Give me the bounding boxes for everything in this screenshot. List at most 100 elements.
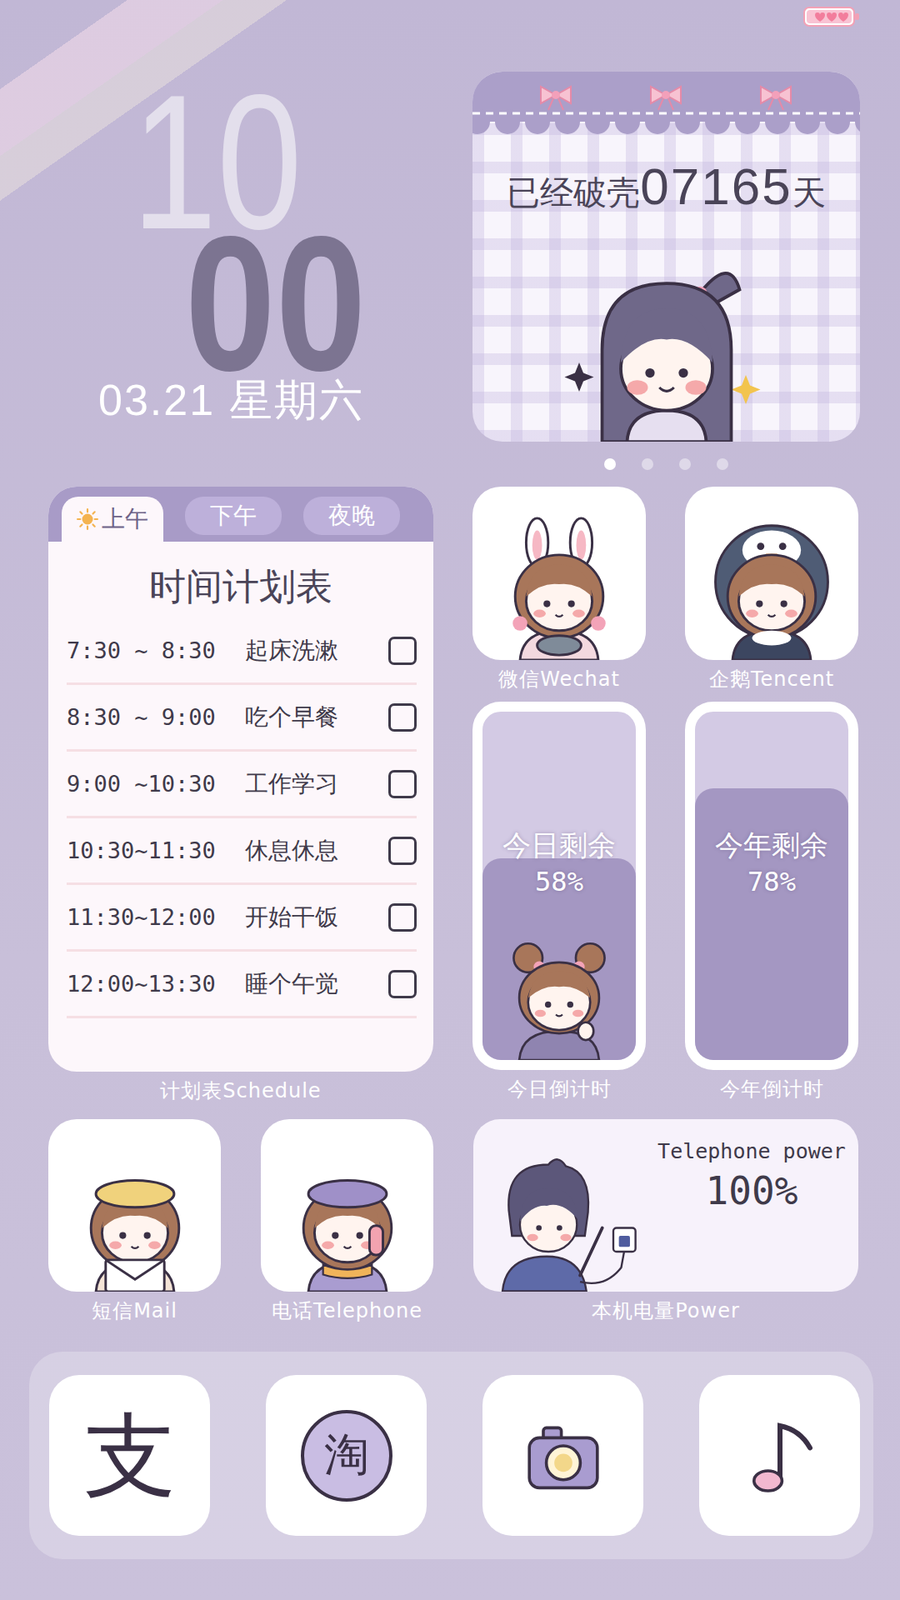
countdown-title: 今年剩余 xyxy=(695,826,849,864)
page-dot[interactable] xyxy=(716,458,729,470)
middle-section: 上午下午夜晚时间计划表7:30 ~ 8:30起床洗漱8:30 ~ 9:00吃个早… xyxy=(48,486,860,1110)
schedule-checkbox[interactable] xyxy=(388,970,417,999)
home-screen: 100003.21 星期六已经破壳07165天上午下午夜晚时间计划表7:30 ~… xyxy=(0,0,900,1600)
power-cell: Telephone power 100% 本机电量Power xyxy=(473,1119,859,1330)
sun-icon xyxy=(76,508,99,530)
schedule-tab[interactable]: 夜晚 xyxy=(303,496,400,535)
countdown-widget: 今年剩余78% xyxy=(685,701,859,1070)
app-cell: 企鹅Tencent xyxy=(685,486,859,699)
countdown-percent: 78% xyxy=(695,863,849,900)
schedule-row: 8:30 ~ 9:00吃个早餐 xyxy=(66,685,417,752)
alipay-icon: 支 xyxy=(84,1410,176,1502)
countdown-cell: 今年剩余78% 今年倒计时 xyxy=(685,698,859,1109)
camera-icon xyxy=(513,1405,614,1506)
countdown-percent: 58% xyxy=(482,863,636,900)
tab-label: 夜晚 xyxy=(328,500,375,532)
schedule-checkbox[interactable] xyxy=(388,770,417,799)
schedule-time: 11:30~12:00 xyxy=(66,904,245,930)
app-icon[interactable] xyxy=(685,486,859,660)
schedule-task: 吃个早餐 xyxy=(245,701,389,734)
schedule-tabs: 上午 下午 夜晚 xyxy=(48,486,434,542)
clock-hour: 10 xyxy=(131,91,374,234)
power-widget: Telephone power 100% xyxy=(473,1119,859,1292)
schedule-time: 12:00~13:30 xyxy=(66,970,245,997)
girl-icon xyxy=(61,1145,209,1292)
bottom-widgets: 短信Mail 电话Telephone Telephone power 100% 本机电量… xyxy=(48,1119,860,1330)
schedule-tab[interactable]: 下午 xyxy=(185,496,282,535)
taobao-icon: 淘 xyxy=(300,1410,393,1502)
schedule-checkbox[interactable] xyxy=(388,703,417,732)
countdown-text: 今日剩余58% xyxy=(482,826,636,900)
app-icon[interactable] xyxy=(472,486,646,660)
clock-widget: 100003.21 星期六 xyxy=(48,71,434,442)
app-cell: 电话Telephone xyxy=(260,1119,434,1330)
page-dot[interactable] xyxy=(604,458,616,470)
dock-app[interactable]: 支 xyxy=(49,1375,210,1536)
power-info: Telephone power 100% xyxy=(645,1119,859,1214)
dock-app[interactable] xyxy=(699,1375,860,1536)
dock-app[interactable] xyxy=(482,1375,644,1536)
page-dots xyxy=(472,441,860,487)
days-card[interactable]: 已经破壳07165天 xyxy=(472,71,860,442)
top-section: 100003.21 星期六已经破壳07165天 xyxy=(48,71,860,442)
schedule-time: 8:30 ~ 9:00 xyxy=(66,704,245,730)
clock-minute: 00 xyxy=(185,233,396,375)
status-bar xyxy=(48,0,860,34)
schedule-time: 7:30 ~ 8:30 xyxy=(66,637,245,664)
schedule-task: 工作学习 xyxy=(245,768,389,800)
dock: 支淘 xyxy=(29,1351,874,1560)
music-note-icon xyxy=(730,1405,830,1506)
widget-label: 今日倒计时 xyxy=(472,1070,646,1109)
page-dot[interactable] xyxy=(641,458,654,470)
schedule-time: 10:30~11:30 xyxy=(66,837,245,864)
schedule-checkbox[interactable] xyxy=(388,903,417,932)
schedule-checkbox[interactable] xyxy=(388,836,417,865)
clock-date: 03.21 星期六 xyxy=(98,375,434,425)
app-label: 电话Telephone xyxy=(260,1291,434,1330)
girl-icon xyxy=(698,513,845,660)
power-reading: 100% xyxy=(705,1168,799,1214)
schedule-column: 上午下午夜晚时间计划表7:30 ~ 8:30起床洗漱8:30 ~ 9:00吃个早… xyxy=(48,486,434,1110)
battery-icon xyxy=(803,6,860,27)
bow-banner-icon xyxy=(472,71,860,139)
page-dot[interactable] xyxy=(679,458,691,470)
schedule-checkbox[interactable] xyxy=(388,636,417,665)
app-label: 微信Wechat xyxy=(472,660,646,699)
power-title: Telephone power xyxy=(657,1139,846,1164)
schedule-task: 睡个午觉 xyxy=(245,968,389,1000)
days-suffix: 天 xyxy=(792,170,826,216)
schedule-tab[interactable]: 上午 xyxy=(61,496,164,542)
days-counter: 已经破壳07165天 xyxy=(506,138,825,216)
schedule-row: 12:00~13:30睡个午觉 xyxy=(66,951,417,1019)
app-icon[interactable] xyxy=(260,1119,434,1292)
app-cell: 微信Wechat xyxy=(472,486,646,699)
countdown-text: 今年剩余78% xyxy=(695,826,849,900)
widget-label: 今年倒计时 xyxy=(685,1070,859,1109)
tab-label: 上午 xyxy=(101,503,149,535)
countdown-title: 今日剩余 xyxy=(482,826,636,864)
girl-icon xyxy=(541,254,792,442)
schedule-row: 11:30~12:00开始干饭 xyxy=(66,885,417,952)
schedule-title: 时间计划表 xyxy=(48,541,434,619)
girl-icon xyxy=(485,513,633,660)
schedule-widget: 上午下午夜晚时间计划表7:30 ~ 8:30起床洗漱8:30 ~ 9:00吃个早… xyxy=(48,486,434,1072)
schedule-task: 起床洗漱 xyxy=(245,635,389,667)
dock-app[interactable]: 淘 xyxy=(265,1375,427,1536)
schedule-task: 休息休息 xyxy=(245,835,389,867)
schedule-time: 9:00 ~10:30 xyxy=(66,770,245,797)
days-prefix: 已经破壳 xyxy=(506,170,640,216)
app-icon[interactable] xyxy=(48,1119,221,1292)
widget-label: 计划表Schedule xyxy=(48,1071,434,1110)
app-label: 短信Mail xyxy=(48,1291,221,1330)
app-cell: 短信Mail xyxy=(48,1119,221,1330)
schedule-list: 7:30 ~ 8:30起床洗漱8:30 ~ 9:00吃个早餐9:00 ~10:3… xyxy=(48,618,434,1019)
schedule-task: 开始干饭 xyxy=(245,901,389,934)
widget-label: 本机电量Power xyxy=(473,1291,859,1330)
tab-label: 下午 xyxy=(210,500,257,532)
schedule-row: 7:30 ~ 8:30起床洗漱 xyxy=(66,618,417,685)
schedule-row: 9:00 ~10:30工作学习 xyxy=(66,751,417,819)
schedule-row: 10:30~11:30休息休息 xyxy=(66,818,417,885)
boy-charging-icon xyxy=(486,1148,645,1292)
app-label: 企鹅Tencent xyxy=(685,660,859,699)
countdown-widget: 今日剩余58% xyxy=(472,701,646,1070)
